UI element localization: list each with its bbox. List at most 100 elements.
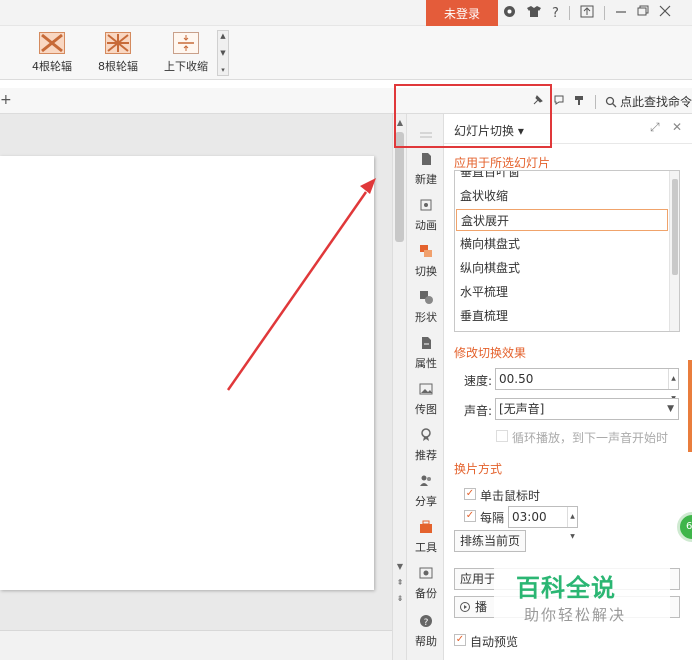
sidebar-item-label: 传图 — [415, 403, 437, 416]
modify-section-title: 修改切换效果 — [454, 346, 527, 360]
sidebar-item-help[interactable]: ? 帮助 — [407, 614, 445, 649]
sound-label: 声音: — [464, 404, 493, 418]
backup-icon — [419, 567, 433, 579]
transition-gallery-item[interactable]: 8根轮辐 — [88, 32, 148, 74]
sidebar-item-share[interactable]: 分享 — [407, 474, 445, 509]
sidebar-item-new[interactable]: 新建 — [407, 152, 445, 187]
list-item[interactable]: 横向棋盘式 — [456, 233, 668, 255]
title-bar-controls: ? — [503, 3, 671, 23]
list-scrollbar-thumb[interactable] — [672, 179, 678, 275]
sound-value: [无声音] — [499, 402, 545, 416]
sidebar-item-backup[interactable]: 备份 — [407, 566, 445, 601]
play-button-label: 播 — [475, 600, 488, 614]
every-time-stepper-buttons[interactable]: ▲ ▼ — [567, 507, 577, 540]
upload-image-icon — [419, 383, 433, 395]
title-separator — [568, 6, 570, 20]
sidebar-item-shape[interactable]: 形状 — [407, 290, 445, 325]
task-pane-sidebar: 新建 动画 切换 形状 属性 传图 推荐 分享 工具 备份 ? 帮助 — [406, 114, 444, 660]
scrollbar-thumb[interactable] — [395, 132, 404, 242]
paint-format-icon[interactable] — [574, 94, 586, 109]
restore-ribbon-icon[interactable] — [580, 5, 594, 22]
list-item[interactable]: 水平梳理 — [456, 281, 668, 303]
every-time-value: 03:00 — [512, 510, 547, 524]
wheel4-transition-icon — [39, 32, 65, 54]
gallery-item-label: 8根轮辐 — [98, 60, 138, 73]
speed-stepper[interactable]: 00.50 ▲▼ — [495, 368, 679, 402]
title-separator — [603, 6, 605, 20]
sidebar-item-recommend[interactable]: 推荐 — [407, 428, 445, 463]
recommend-icon — [421, 428, 431, 441]
skin-icon[interactable] — [526, 5, 542, 22]
sidebar-item-upload-image[interactable]: 传图 — [407, 382, 445, 417]
sidebar-item-label: 动画 — [415, 219, 437, 232]
transition-gallery-item[interactable]: 辐 — [0, 32, 14, 74]
sidebar-item-transition[interactable]: 切换 — [407, 244, 445, 279]
pane-close-icon[interactable]: ✕ — [672, 120, 682, 134]
every-checkbox[interactable]: ✓ — [464, 510, 476, 522]
properties-icon — [422, 337, 431, 349]
auto-preview-label: 自动预览 — [470, 635, 519, 649]
sidebar-item-label: 形状 — [415, 311, 437, 324]
search-icon — [605, 96, 617, 107]
loop-checkbox[interactable] — [496, 430, 508, 442]
list-item[interactable]: 纵向棋盘式 — [456, 257, 668, 279]
scroll-up-icon[interactable]: ▲ — [220, 32, 225, 40]
title-bar: 未登录 ? — [0, 0, 692, 26]
every-time-stepper[interactable]: 03:00 ▲ ▼ — [508, 506, 578, 540]
sidebar-item-label: 工具 — [415, 541, 437, 554]
previous-slide-icon[interactable]: ⇞ — [395, 578, 405, 587]
help-menu-button[interactable]: ? — [552, 6, 559, 21]
apply-section-title: 应用于所选幻灯片 — [454, 156, 551, 170]
next-slide-icon[interactable]: ⇟ — [395, 594, 405, 603]
toolbar-separator — [595, 94, 596, 109]
comment-icon[interactable] — [553, 94, 565, 109]
find-command-button[interactable]: 点此查找命令 — [605, 93, 692, 110]
sub-toolbar-tools: 点此查找命令 — [532, 93, 692, 110]
loop-label: 循环播放，到下一声音开始时 — [512, 431, 669, 445]
list-item[interactable]: 盒状收缩 — [456, 185, 668, 207]
annotation-arrow — [226, 178, 376, 391]
play-icon — [460, 602, 470, 612]
list-item[interactable]: 垂直百叶窗 — [456, 171, 668, 183]
maximize-icon[interactable] — [637, 5, 649, 21]
advance-section-title: 换片方式 — [454, 462, 503, 476]
new-icon — [422, 153, 431, 165]
animation-icon — [420, 199, 432, 211]
watermark-logo: 百科全说 助你轻松解决 — [494, 566, 670, 630]
minimize-icon[interactable] — [615, 5, 627, 21]
find-command-label: 点此查找命令 — [620, 95, 692, 109]
list-item[interactable]: 垂直梳理 — [456, 305, 668, 327]
chevron-down-icon: ▼ — [667, 404, 674, 414]
rehearse-current-page-button[interactable]: 排练当前页 — [454, 530, 527, 552]
auto-preview-checkbox[interactable]: ✓ — [454, 634, 466, 646]
sidebar-item-label: 分享 — [415, 495, 437, 508]
sidebar-item-properties[interactable]: 属性 — [407, 336, 445, 371]
list-scrollbar[interactable] — [669, 171, 679, 331]
annotation-highlight-box — [394, 84, 552, 148]
new-tab-plus-icon[interactable]: + — [0, 92, 12, 108]
transition-effects-list[interactable]: 垂直百叶窗 盒状收缩 盒状展开 横向棋盘式 纵向棋盘式 水平梳理 垂直梳理 — [454, 170, 680, 332]
settings-icon[interactable] — [503, 5, 516, 22]
help-icon: ? — [420, 615, 432, 628]
gallery-scrollbar[interactable]: ▲ ▼ ▾ — [217, 30, 229, 76]
workspace-scrollbar[interactable]: ▲ ▼ ⇞ ⇟ — [392, 114, 406, 660]
list-item-selected[interactable]: 盒状展开 — [456, 209, 668, 231]
gallery-item-label: 4根轮辐 — [32, 60, 72, 73]
gallery-expand-icon[interactable]: ▾ — [221, 66, 225, 74]
pane-undock-icon[interactable]: ⤢ — [650, 120, 660, 135]
scroll-down-icon[interactable]: ▼ — [395, 562, 405, 571]
close-icon[interactable] — [659, 5, 671, 21]
sound-select[interactable]: [无声音] ▼ — [495, 398, 679, 420]
login-button[interactable]: 未登录 — [426, 0, 498, 26]
scroll-down-icon[interactable]: ▼ — [220, 49, 225, 57]
transition-icon — [420, 245, 432, 257]
transition-gallery-item[interactable]: 4根轮辐 — [22, 32, 82, 74]
transition-gallery-item[interactable]: 上下收缩 — [156, 32, 216, 74]
sidebar-item-animation[interactable]: 动画 — [407, 198, 445, 233]
on-click-checkbox[interactable]: ✓ — [464, 488, 476, 500]
every-label: 每隔 — [480, 511, 505, 525]
sidebar-item-label: 帮助 — [415, 635, 437, 648]
side-tab-accent[interactable] — [688, 360, 692, 452]
sidebar-item-toolbox[interactable]: 工具 — [407, 520, 445, 555]
speed-stepper-buttons[interactable]: ▲▼ — [668, 369, 678, 402]
